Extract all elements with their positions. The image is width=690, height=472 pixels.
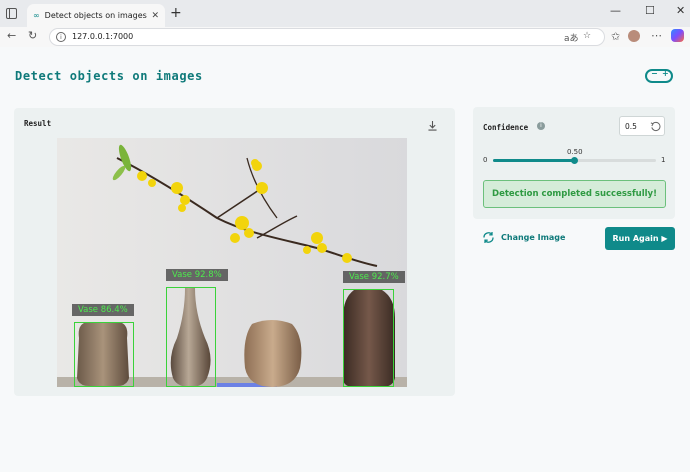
reset-icon[interactable] <box>650 121 661 132</box>
back-icon[interactable]: ← <box>7 29 16 42</box>
status-message: Detection completed successfully! <box>483 180 666 208</box>
app-page: Detect objects on images − + Result Vase… <box>0 47 690 472</box>
result-image: Vase 86.4% Vase 92.8% Vase 92.7% <box>57 138 407 387</box>
detection-box <box>166 287 216 387</box>
confidence-value[interactable]: 0.5 <box>625 122 637 131</box>
confidence-slider[interactable] <box>493 157 656 164</box>
slider-max-label: 1 <box>661 156 666 164</box>
more-menu-icon[interactable]: ⋯ <box>651 29 662 42</box>
detection-label: Vase 92.7% <box>343 271 405 283</box>
tab-actions-icon[interactable] <box>6 8 17 19</box>
detection-label: Vase 86.4% <box>72 304 134 316</box>
confidence-label: Confidence <box>483 123 529 132</box>
detection-box <box>74 322 134 387</box>
read-aloud-icon[interactable]: aあ <box>564 31 579 44</box>
page-title: Detect objects on images <box>15 69 203 83</box>
profile-avatar[interactable] <box>628 30 640 42</box>
info-icon[interactable]: i <box>537 122 545 130</box>
address-bar[interactable]: i 127.0.0.1:7000 aあ ☆ <box>49 28 605 46</box>
copilot-icon[interactable] <box>671 29 684 42</box>
tab-title: Detect objects on images <box>44 11 147 20</box>
slider-fill <box>493 159 575 162</box>
refresh-icon <box>483 232 494 243</box>
favorites-icon[interactable]: ✩ <box>611 30 620 43</box>
detection-box <box>343 289 394 387</box>
maximize-icon[interactable]: ☐ <box>645 4 655 17</box>
slider-value-label: 0.50 <box>567 148 583 156</box>
change-image-button[interactable]: Change Image <box>482 231 565 244</box>
site-info-icon[interactable]: i <box>56 32 66 42</box>
arduino-logo-icon: − + <box>645 69 673 83</box>
detection-label: Vase 92.8% <box>166 269 228 281</box>
minimize-icon[interactable]: — <box>610 4 621 17</box>
browser-toolbar: ← ↻ i 127.0.0.1:7000 aあ ☆ ✩ ⋯ <box>0 27 690 47</box>
download-icon[interactable] <box>428 121 437 131</box>
change-image-label: Change Image <box>501 233 566 242</box>
confidence-input[interactable]: 0.5 <box>619 116 665 136</box>
browser-tabbar: ∞ Detect objects on images ✕ + — ☐ ✕ <box>0 0 690 27</box>
result-label: Result <box>24 119 52 128</box>
tab-favicon-icon: ∞ <box>33 11 40 20</box>
settings-panel: Confidence i 0.5 0.50 0 1 Detection comp… <box>473 107 675 219</box>
slider-thumb[interactable] <box>571 157 578 164</box>
result-panel: Result Vase 86.4% Vase 92.8% Vase 92.7% <box>14 108 455 396</box>
window-close-icon[interactable]: ✕ <box>676 4 685 17</box>
run-again-button[interactable]: Run Again ▶ <box>605 227 675 250</box>
url-text[interactable]: 127.0.0.1:7000 <box>72 32 133 41</box>
tab-close-icon[interactable]: ✕ <box>151 11 159 21</box>
favorite-star-icon[interactable]: ☆ <box>583 31 591 41</box>
reload-icon[interactable]: ↻ <box>28 29 37 42</box>
new-tab-icon[interactable]: + <box>170 5 182 21</box>
slider-min-label: 0 <box>483 156 488 164</box>
browser-tab[interactable]: ∞ Detect objects on images ✕ <box>27 4 165 27</box>
